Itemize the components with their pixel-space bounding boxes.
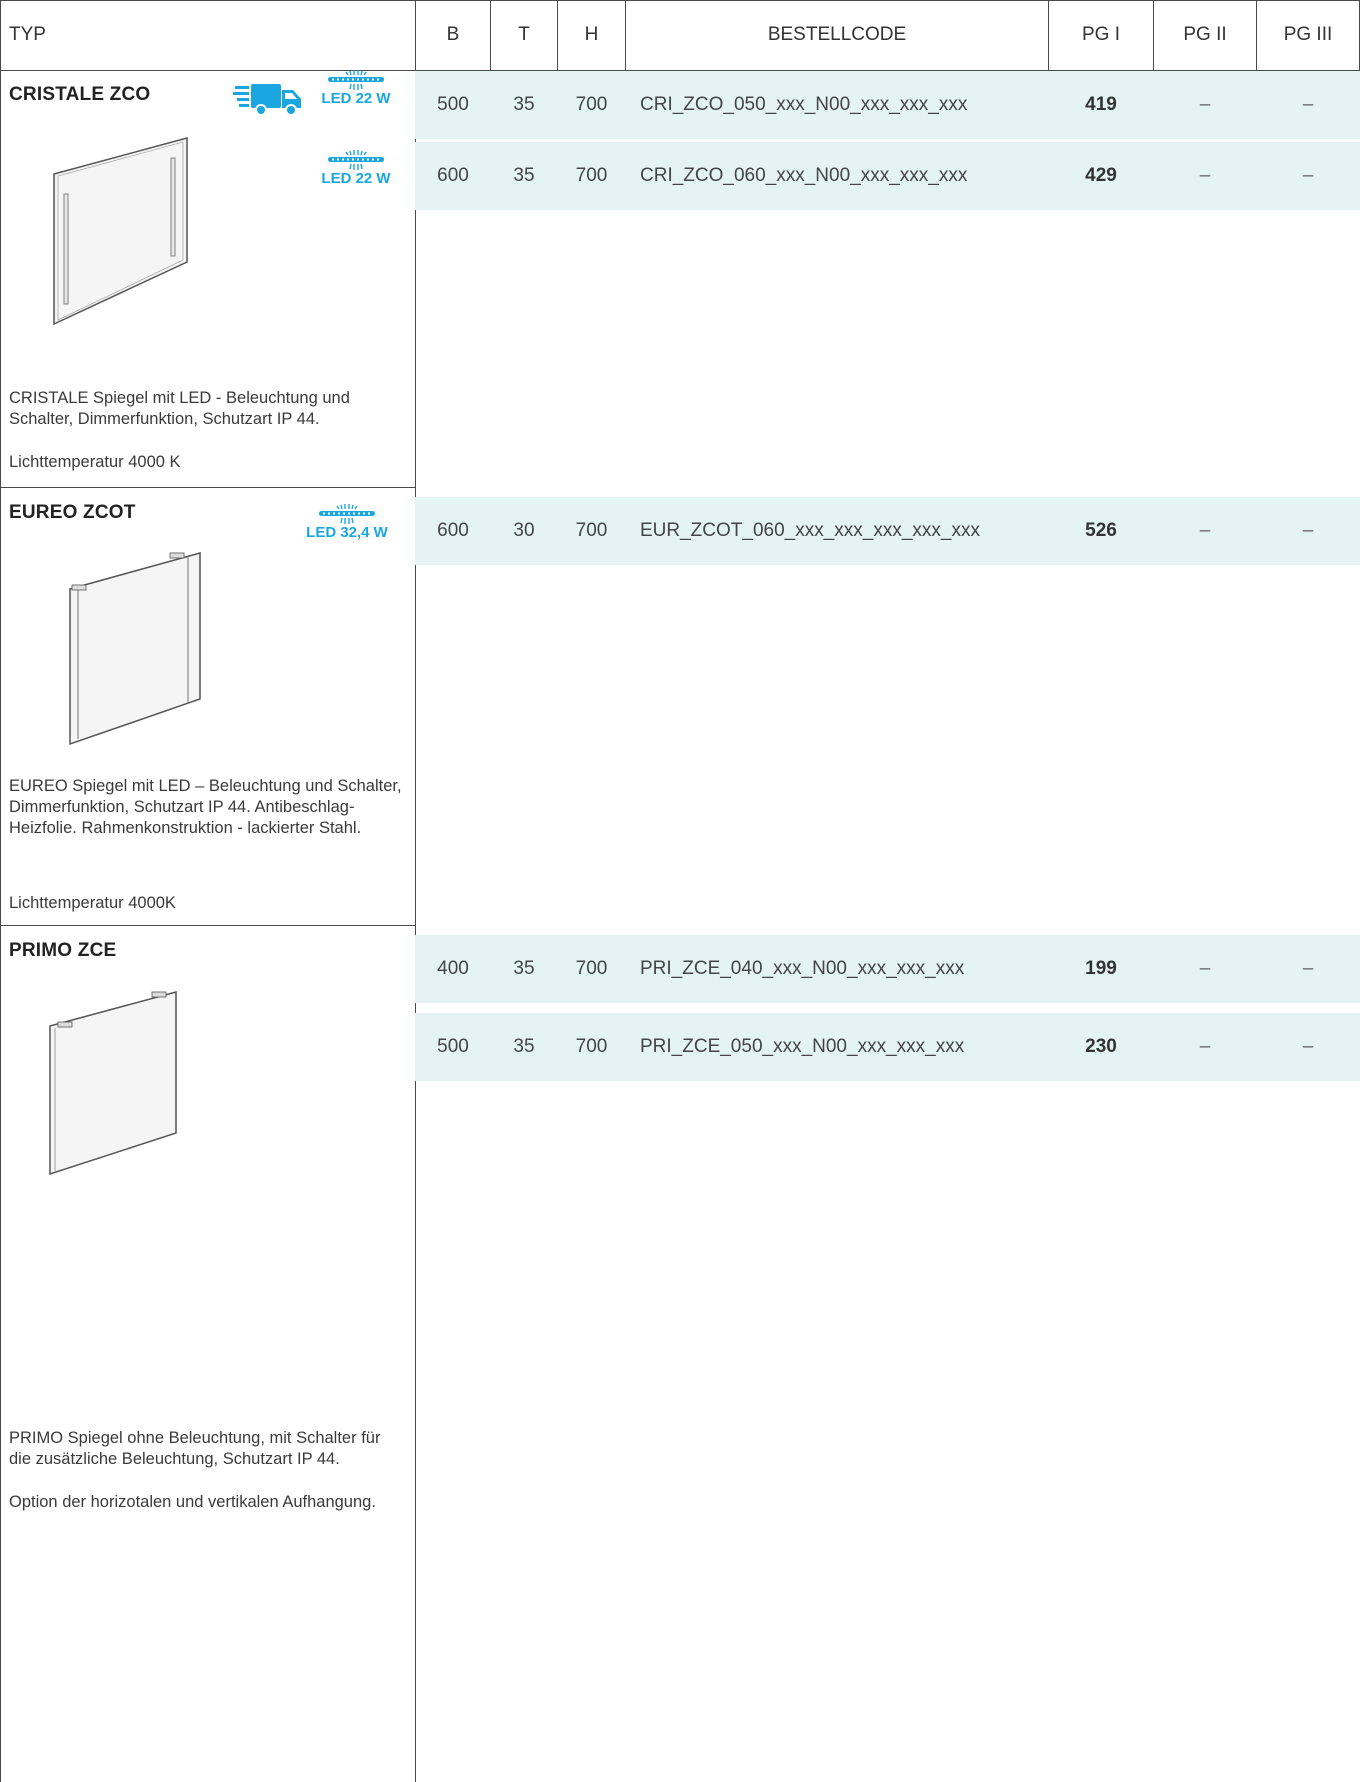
product-note: Lichttemperatur 4000 K (9, 453, 181, 471)
cell-pg1: 419 (1085, 94, 1117, 115)
cell-t: 35 (513, 958, 535, 979)
led-strip-icon (328, 150, 384, 170)
led-strip-icon (328, 70, 384, 90)
led-strip-icon (319, 504, 375, 524)
led-badge: LED 32,4 W (290, 504, 404, 541)
cell-h: 700 (575, 165, 608, 186)
cell-pg1: 230 (1085, 1036, 1117, 1057)
led-label: LED 32,4 W (306, 524, 388, 541)
column-header-pg2: PG II (1183, 24, 1227, 45)
column-divider (415, 0, 416, 1782)
cell-pg3: – (1302, 165, 1314, 186)
product-title: CRISTALE ZCO (9, 84, 151, 105)
column-header-h: H (584, 24, 599, 45)
led-badge: LED 22 W (318, 70, 394, 107)
cell-pg2: – (1199, 165, 1211, 186)
cell-b: 600 (437, 520, 469, 541)
column-header-t: T (518, 24, 530, 45)
product-description: EUREO Spiegel mit LED – Beleuchtung und … (9, 777, 402, 837)
cell-pg3: – (1302, 958, 1314, 979)
column-header-bestellcode: BESTELLCODE (767, 24, 907, 45)
product-title: EUREO ZCOT (9, 502, 136, 523)
delivery-truck-icon (233, 80, 303, 118)
cell-pg2: – (1199, 94, 1211, 115)
cell-b: 400 (437, 958, 469, 979)
led-label: LED 22 W (321, 170, 391, 187)
section-divider (0, 925, 415, 926)
cell-h: 700 (575, 520, 608, 541)
cell-bestellcode: CRI_ZCO_060_xxx_N00_xxx_xxx_xxx (640, 165, 968, 186)
cell-bestellcode: CRI_ZCO_050_xxx_N00_xxx_xxx_xxx (640, 94, 968, 115)
cell-t: 30 (513, 520, 535, 541)
cell-bestellcode: EUR_ZCOT_060_xxx_xxx_xxx_xxx_xxx (640, 520, 980, 541)
cell-pg2: – (1199, 958, 1211, 979)
cell-pg1: 429 (1085, 165, 1117, 186)
cell-pg2: – (1199, 520, 1211, 541)
cell-pg3: – (1302, 520, 1314, 541)
cell-bestellcode: PRI_ZCE_040_xxx_N00_xxx_xxx_xxx (640, 958, 965, 979)
column-header-b: B (446, 24, 460, 45)
column-header-typ: TYP (9, 24, 46, 45)
cell-t: 35 (513, 1036, 535, 1057)
cell-pg1: 526 (1085, 520, 1117, 541)
product-description: PRIMO Spiegel ohne Beleuchtung, mit Scha… (9, 1429, 381, 1468)
cell-b: 500 (437, 94, 469, 115)
cell-t: 35 (513, 165, 535, 186)
cell-pg2: – (1199, 1036, 1211, 1057)
cell-pg3: – (1302, 94, 1314, 115)
cell-pg3: – (1302, 1036, 1314, 1057)
mirror-product-image (50, 134, 195, 329)
table-left-border (0, 0, 1, 1782)
mirror-product-image (66, 549, 206, 749)
cell-b: 600 (437, 165, 469, 186)
mirror-product-image (46, 988, 181, 1178)
cell-b: 500 (437, 1036, 469, 1057)
cell-h: 700 (575, 1036, 608, 1057)
product-note: Option der horizotalen und vertikalen Au… (9, 1493, 376, 1511)
cell-h: 700 (575, 958, 608, 979)
column-header-pg1: PG I (1081, 24, 1120, 45)
cell-h: 700 (575, 94, 608, 115)
product-description: CRISTALE Spiegel mit LED - Beleuchtung u… (9, 389, 350, 428)
product-title: PRIMO ZCE (9, 940, 117, 961)
led-badge: LED 22 W (318, 150, 394, 187)
cell-pg1: 199 (1085, 958, 1117, 979)
cell-bestellcode: PRI_ZCE_050_xxx_N00_xxx_xxx_xxx (640, 1036, 965, 1057)
product-note: Lichttemperatur 4000K (9, 894, 176, 912)
cell-t: 35 (513, 94, 535, 115)
led-label: LED 22 W (321, 90, 391, 107)
section-divider (0, 487, 415, 488)
column-header-pg3: PG III (1283, 24, 1333, 45)
